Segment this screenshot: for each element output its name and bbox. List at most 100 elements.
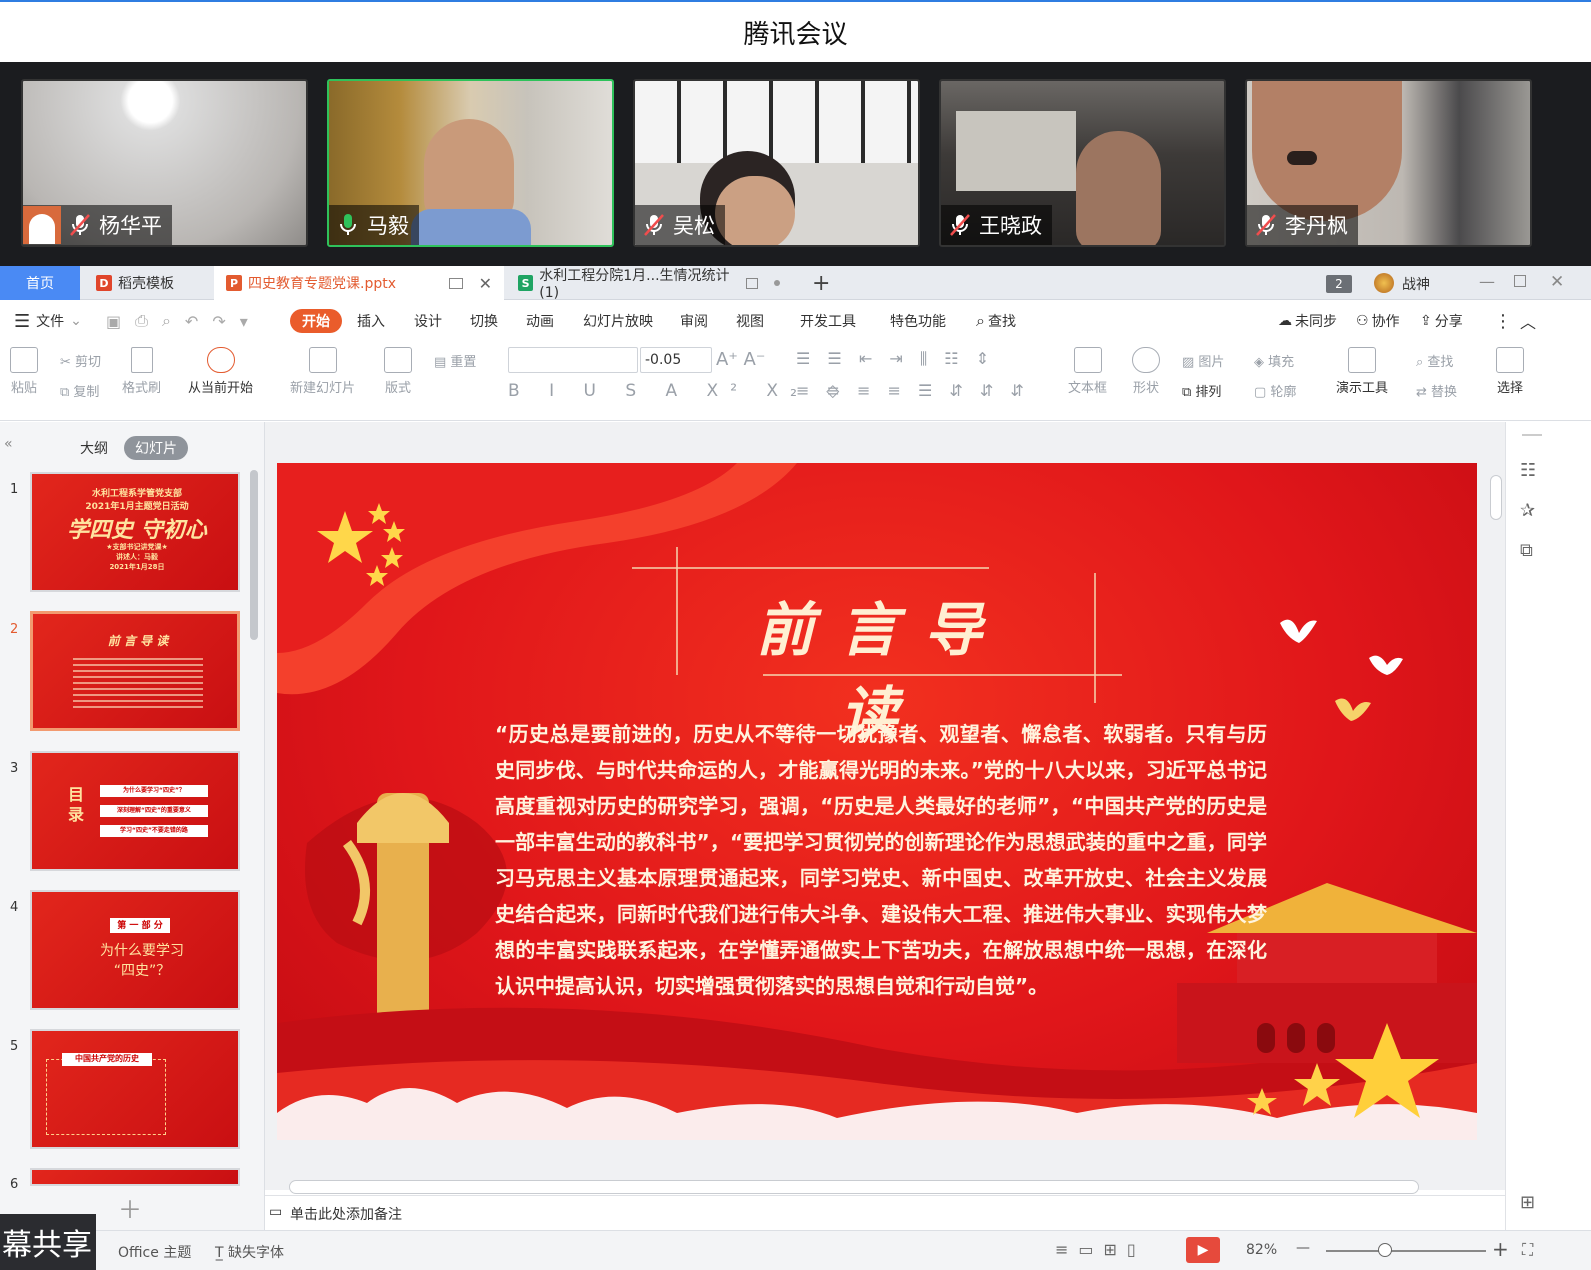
tab-special[interactable]: 特色功能 <box>890 301 946 341</box>
notes-placeholder[interactable]: 单击此处添加备注 <box>290 1204 402 1224</box>
notes-bar[interactable]: ▭ 单击此处添加备注 <box>265 1195 1505 1229</box>
format-painter-button[interactable]: 格式刷 <box>122 347 161 396</box>
zoom-slider-track[interactable] <box>1326 1250 1486 1252</box>
save-icon[interactable]: ▣ <box>106 312 121 331</box>
user-name[interactable]: 战神 <box>1402 274 1430 294</box>
replace-button[interactable]: ⇄ 替换 <box>1416 381 1457 400</box>
participant-name: 吴松 <box>673 214 715 238</box>
print-preview-icon[interactable]: ⌕ <box>162 311 171 331</box>
layout-button[interactable]: 版式 <box>384 347 412 396</box>
tab-transition[interactable]: 切换 <box>470 301 498 341</box>
slide-thumb-6[interactable] <box>30 1168 240 1186</box>
copy-button[interactable]: ⧉ 复制 <box>60 381 99 400</box>
new-slide-icon <box>308 347 337 373</box>
fill-button[interactable]: ◈ 填充 <box>1254 351 1294 370</box>
theme-name[interactable]: Office 主题 <box>118 1242 191 1262</box>
slide-thumb-1[interactable]: 水利工程系学管党支部 2021年1月主题党日活动 学四史 守初心 ★支部书记讲党… <box>30 472 240 592</box>
fit-window-icon[interactable]: ⛶ <box>1522 1240 1533 1260</box>
tab-outline[interactable]: 大纲 <box>80 438 108 458</box>
tab-view[interactable]: 视图 <box>736 301 764 341</box>
switch-icon[interactable]: ⧉ <box>1520 540 1533 561</box>
tab-design[interactable]: 设计 <box>414 301 442 341</box>
pin-icon[interactable]: ✰ <box>1520 500 1535 521</box>
presentation-tools-button[interactable]: 演示工具 <box>1336 347 1388 396</box>
tab-animation[interactable]: 动画 <box>526 301 554 341</box>
zoom-level[interactable]: 82% <box>1246 1242 1277 1258</box>
font-size-select[interactable]: -0.05 <box>640 347 712 373</box>
reset-button[interactable]: ▤ 重置 <box>434 351 476 370</box>
select-button[interactable]: 选择 <box>1496 347 1524 396</box>
zoom-in-button[interactable]: + <box>1492 1237 1509 1261</box>
new-tab-button[interactable]: + <box>800 266 842 300</box>
window-icon[interactable] <box>745 277 759 289</box>
slide-thumb-3[interactable]: 目 录 为什么要学习“四史”？ 深刻理解“四史”的重要意义 学习“四史”不要走错… <box>30 751 240 871</box>
arrange-button[interactable]: ⧉ 排列 <box>1182 381 1221 400</box>
menu-search[interactable]: ⌕ 查找 <box>976 301 1016 341</box>
thumbnail-scrollbar[interactable] <box>250 470 258 640</box>
print-icon[interactable]: ⎙ <box>135 311 148 331</box>
participant-tile-2[interactable]: 马毅 <box>327 79 614 247</box>
play-from-current-button[interactable]: 从当前开始 <box>188 347 253 396</box>
outline-button[interactable]: ▢ 轮廓 <box>1254 381 1296 400</box>
add-slide-icon[interactable]: ＋ <box>118 1190 142 1225</box>
tab-dev-tools[interactable]: 开发工具 <box>800 301 856 341</box>
view-mode-icons[interactable]: ≡▭⊞▯ <box>1055 1240 1146 1259</box>
paste-button[interactable]: 粘贴 <box>10 347 38 396</box>
tab-slideshow[interactable]: 幻灯片放映 <box>583 301 653 341</box>
dropdown-icon[interactable]: ▾ <box>240 312 248 331</box>
tab-review[interactable]: 审阅 <box>680 301 708 341</box>
window-icon[interactable] <box>448 277 463 289</box>
tab-docer[interactable]: D 稻壳模板 <box>84 266 212 300</box>
shape-button[interactable]: 形状 <box>1132 347 1160 396</box>
slide-body-text[interactable]: “历史总是要前进的，历史从不等待一切犹豫者、观望者、懈怠者、软弱者。只有与历史同… <box>495 716 1267 1004</box>
hamburger-icon: ☰ <box>14 310 31 332</box>
textbox-button[interactable]: 文本框 <box>1068 347 1107 396</box>
participant-tile-1[interactable]: 杨华平 <box>21 79 308 247</box>
tab-xls[interactable]: S 水利工程分院1月...生情况统计(1) <box>506 266 792 301</box>
settings-sliders-icon[interactable]: ☷ <box>1520 460 1536 481</box>
tab-home[interactable]: 首页 <box>0 266 80 300</box>
increase-font-icon[interactable]: A⁺ A⁻ <box>716 349 765 370</box>
redo-icon[interactable]: ↷ <box>212 312 225 331</box>
collab-button[interactable]: ⚇ 协作 <box>1356 301 1400 341</box>
list-buttons[interactable]: ☰ ☰ ⇤ ⇥ ⫼ ☷ ⇕ <box>796 349 995 369</box>
canvas-horizontal-scrollbar[interactable] <box>289 1180 1419 1194</box>
canvas-vertical-scrollbar[interactable] <box>1490 475 1502 520</box>
restore-icon[interactable] <box>1514 275 1526 287</box>
slide-thumb-2[interactable]: 前 言 导 读 <box>30 611 240 731</box>
align-buttons[interactable]: ≡ ≡ ≡ ≡ ☰ ⇵ ⇵ ⇵ <box>796 381 1030 400</box>
sync-status[interactable]: ☁ 未同步 <box>1278 301 1337 341</box>
share-button[interactable]: ⇪ 分享 <box>1420 301 1463 341</box>
font-name-select[interactable] <box>508 347 638 373</box>
tab-slides[interactable]: 幻灯片 <box>124 436 188 460</box>
grid-icon[interactable]: ⊞ <box>1520 1192 1535 1213</box>
play-slideshow-button[interactable]: ▶ <box>1186 1237 1220 1263</box>
more-icon[interactable]: ⋮ <box>1494 301 1512 341</box>
tab-insert[interactable]: 插入 <box>357 301 385 341</box>
picture-button[interactable]: ▨ 图片 <box>1182 351 1224 370</box>
find-button[interactable]: ⌕ 查找 <box>1416 351 1453 370</box>
slide-thumb-4[interactable]: 第 一 部 分 为什么要学习 “四史”？ <box>30 890 240 1010</box>
undo-icon[interactable]: ↶ <box>185 312 198 331</box>
user-avatar[interactable] <box>1374 273 1394 293</box>
participant-tile-3[interactable]: 吴松 <box>633 79 920 247</box>
minimize-icon[interactable]: — <box>1479 272 1495 291</box>
tab-start[interactable]: 开始 <box>290 309 342 333</box>
zoom-slider-thumb[interactable] <box>1378 1243 1392 1257</box>
new-slide-button[interactable]: 新建幻灯片 <box>290 347 355 396</box>
collapse-panel-icon[interactable]: « <box>4 436 13 452</box>
zoom-out-button[interactable]: — <box>1296 1240 1310 1256</box>
docer-icon: D <box>96 275 112 291</box>
participant-tile-5[interactable]: 李丹枫 <box>1245 79 1532 247</box>
window-count-badge[interactable]: 2 <box>1326 275 1352 293</box>
menu-file[interactable]: ☰ 文件 ⌄ <box>14 301 82 341</box>
cut-button[interactable]: ✂ 剪切 <box>60 351 101 370</box>
slide-2[interactable]: 前言导读 “历史总是要前进的，历史从不等待一切犹豫者、观望者、懈怠者、软弱者。只… <box>277 463 1477 1140</box>
close-window-icon[interactable]: ✕ <box>1550 272 1564 292</box>
collapse-ribbon-icon[interactable]: ︿ <box>1520 301 1536 341</box>
slide-thumb-5[interactable]: 中国共产党的历史 <box>30 1029 240 1149</box>
tab-pptx[interactable]: P 四史教育专题党课.pptx ✕ <box>214 266 504 300</box>
close-tab-icon[interactable]: ✕ <box>479 274 492 293</box>
missing-font-button[interactable]: T̲ 缺失字体 <box>215 1242 284 1262</box>
participant-tile-4[interactable]: 王晓政 <box>939 79 1226 247</box>
